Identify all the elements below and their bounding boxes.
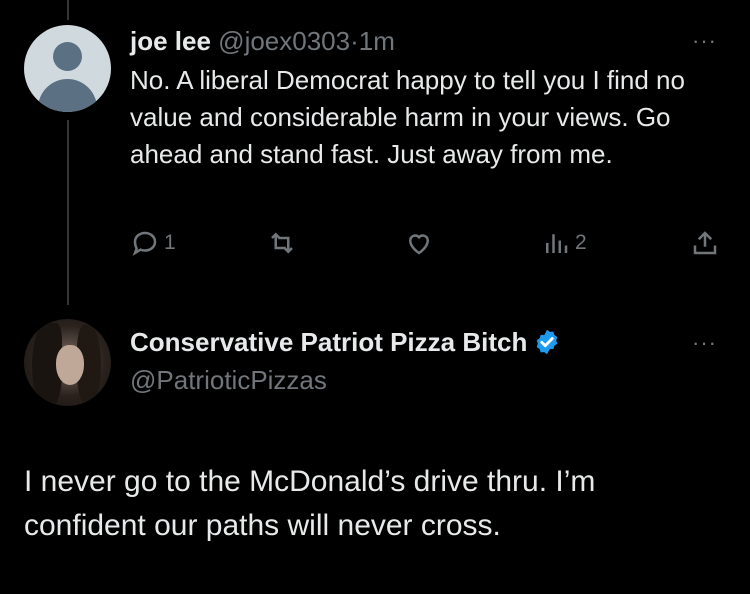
reply-separator: ·: [350, 26, 359, 56]
reply-count: 1: [164, 231, 176, 254]
like-button[interactable]: [404, 228, 438, 258]
author-avatar[interactable]: [24, 319, 111, 406]
views-button[interactable]: 2: [541, 228, 587, 258]
main-author-handle[interactable]: @PatrioticPizzas: [130, 363, 327, 397]
reply-author-handle[interactable]: @joex0303: [218, 26, 350, 56]
reply-actions: 1 2: [130, 228, 730, 262]
views-icon: [546, 234, 568, 253]
reply-avatar[interactable]: [24, 25, 111, 112]
main-tweet-text: I never go to the McDonald’s drive thru.…: [24, 465, 596, 542]
retweet-icon: [271, 232, 293, 254]
reply-more-icon[interactable]: ···: [692, 28, 717, 54]
main-author-name-row: Conservative Patriot Pizza Bitch: [130, 325, 561, 359]
views-count: 2: [575, 231, 587, 254]
thread-line-top: [67, 0, 69, 20]
avatar-body-icon: [38, 79, 97, 112]
thread-line: [67, 120, 69, 305]
retweet-button[interactable]: [267, 228, 301, 258]
reply-timestamp[interactable]: 1m: [359, 26, 395, 56]
verified-badge-icon: [537, 329, 558, 355]
share-icon: [693, 231, 717, 255]
main-author-name[interactable]: Conservative Patriot Pizza Bitch: [130, 325, 527, 359]
reply-icon: [132, 231, 157, 256]
share-button[interactable]: [690, 228, 720, 258]
avatar-head-icon: [53, 42, 82, 71]
reply-button[interactable]: 1: [130, 228, 176, 258]
reply-header: joe lee @joex0303·1m: [130, 24, 395, 58]
reply-author-name[interactable]: joe lee: [130, 26, 211, 56]
heart-icon: [408, 234, 430, 255]
main-more-icon[interactable]: ···: [692, 330, 717, 356]
reply-text: No. A liberal Democrat happy to tell you…: [130, 65, 685, 169]
